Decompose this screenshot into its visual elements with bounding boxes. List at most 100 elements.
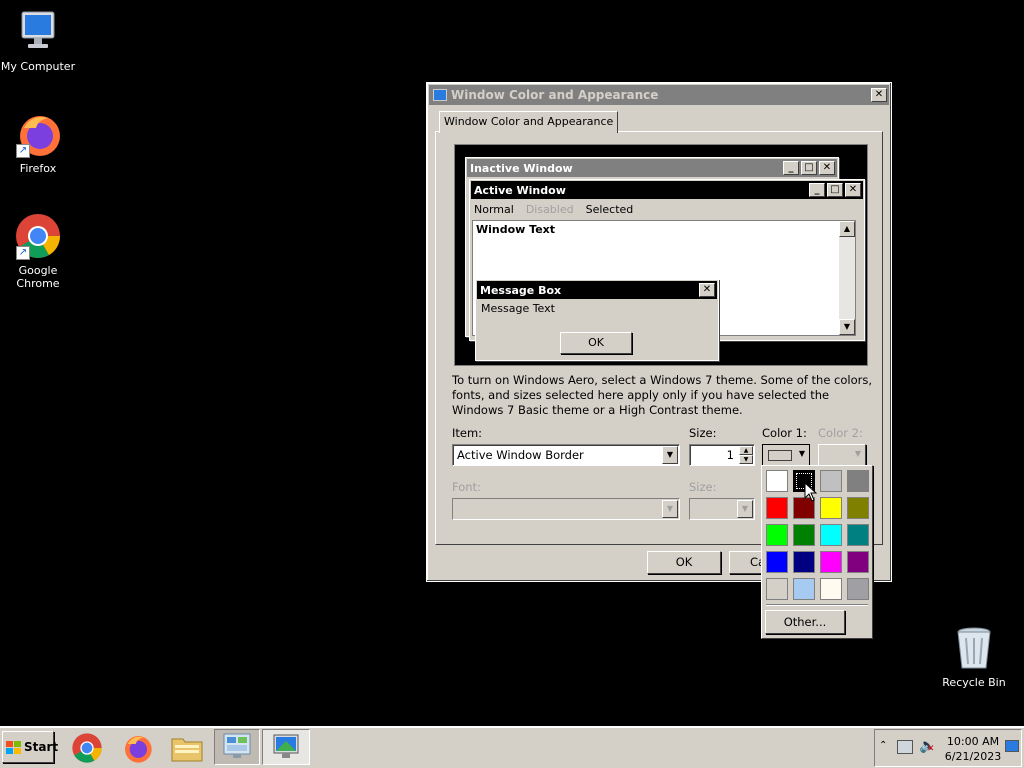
clock-date: 6/21/2023 [944, 750, 1002, 763]
start-label: Start [24, 740, 59, 754]
minimize-icon: _ [809, 183, 825, 197]
minimize-icon: _ [783, 161, 799, 175]
close-icon: ✕ [845, 183, 861, 197]
popup-divider [766, 604, 868, 606]
font-dropdown: ▼ [452, 498, 680, 520]
close-icon: ✕ [699, 283, 715, 297]
chevron-down-icon: ▼ [662, 500, 678, 518]
desktop-icon-label: Google Chrome [16, 264, 60, 290]
taskbar-display-settings-button[interactable] [262, 729, 310, 765]
display-monitor-icon [273, 734, 299, 758]
control-panel-icon [223, 733, 251, 758]
item-dropdown[interactable]: Active Window Border ▼ [452, 444, 680, 466]
start-button[interactable]: Start [2, 731, 58, 763]
color1-button[interactable]: ▼ [762, 444, 810, 466]
color2-label: Color 2: [818, 426, 863, 440]
size-value: 1 [726, 448, 734, 462]
dialog-titlebar[interactable]: Window Color and Appearance ✕ [429, 85, 889, 105]
other-color-button[interactable]: Other... [765, 610, 845, 634]
color-swatch[interactable] [793, 551, 815, 573]
desktop-icon-recycle-bin[interactable]: Recycle Bin [934, 624, 1014, 689]
color-swatch[interactable] [766, 470, 788, 492]
taskbar-explorer-button[interactable] [166, 731, 208, 765]
active-window-titlebar: Active Window _ □ ✕ [471, 181, 863, 199]
tray-expand-icon[interactable]: ⌃ [879, 740, 887, 751]
chevron-down-icon: ▼ [737, 500, 753, 518]
tab-window-color-appearance[interactable]: Window Color and Appearance [439, 111, 619, 133]
folder-icon [171, 738, 203, 762]
desktop-icon-label: Firefox [19, 162, 57, 175]
maximize-icon: □ [801, 161, 817, 175]
close-button[interactable]: ✕ [871, 88, 887, 102]
color-swatch[interactable] [820, 551, 842, 573]
chevron-down-icon: ▼ [854, 449, 861, 458]
message-box-titlebar: Message Box ✕ [477, 281, 717, 299]
maximize-icon: □ [827, 183, 843, 197]
color-swatch[interactable] [820, 524, 842, 546]
size-stepper[interactable]: 1 ▲ ▼ [689, 444, 755, 466]
color-swatch[interactable] [793, 524, 815, 546]
font-size-dropdown: ▼ [689, 498, 755, 520]
color2-button: ▼ [818, 444, 866, 466]
firefox-icon [125, 736, 152, 763]
preview-scrollbar: ▲ ▼ [839, 221, 855, 335]
font-label: Font: [452, 480, 481, 494]
menu-selected: Selected [585, 202, 634, 216]
message-box-text: Message Text [481, 302, 555, 315]
system-tray: ⌃ 🔈 ✕ 10:00 AM 6/21/2023 [874, 729, 1022, 767]
color-swatch[interactable] [847, 470, 869, 492]
message-box-title: Message Box [480, 283, 562, 297]
shortcut-arrow-icon: ↗ [16, 246, 30, 260]
clock[interactable]: 10:00 AM 6/21/2023 [943, 734, 1003, 764]
color-swatch[interactable] [820, 497, 842, 519]
color-swatch[interactable] [793, 578, 815, 600]
taskbar-control-panel-button[interactable] [214, 729, 260, 765]
stepper-up-icon[interactable]: ▲ [739, 446, 753, 455]
preview-menubar: Normal Disabled Selected [470, 200, 864, 218]
desktop-icon-label: My Computer [0, 60, 76, 73]
color-swatch[interactable] [766, 524, 788, 546]
color-swatch[interactable] [766, 551, 788, 573]
menu-normal: Normal [474, 202, 514, 216]
shortcut-arrow-icon: ↗ [16, 144, 30, 158]
dialog-title: Window Color and Appearance [451, 88, 659, 102]
desktop-icon-firefox[interactable]: ↗ Firefox [0, 110, 78, 175]
clock-time: 10:00 AM [946, 735, 1000, 748]
color-swatch[interactable] [766, 578, 788, 600]
color-swatch[interactable] [847, 551, 869, 573]
desktop-icon-my-computer[interactable]: My Computer [0, 8, 78, 73]
desktop-icon-label: Recycle Bin [942, 676, 1006, 689]
taskbar: Start ⌃ 🔈 ✕ 10:00 AM 6/21/2023 [0, 726, 1024, 768]
inactive-window-titlebar: Inactive Window _ □ ✕ [467, 159, 837, 177]
desktop-icon-google-chrome[interactable]: ↗ Google Chrome [0, 212, 78, 290]
dialog-app-icon [433, 89, 447, 101]
taskbar-firefox-button[interactable] [116, 731, 158, 765]
show-desktop-icon[interactable] [1005, 740, 1019, 752]
scroll-down-icon: ▼ [839, 319, 855, 335]
ok-button[interactable]: OK [647, 551, 721, 574]
color-swatch[interactable] [820, 578, 842, 600]
aero-info-text: To turn on Windows Aero, select a Window… [452, 373, 873, 417]
color-swatch[interactable] [847, 497, 869, 519]
taskbar-chrome-button[interactable] [66, 731, 108, 765]
item-dropdown-value: Active Window Border [457, 448, 584, 462]
chrome-icon: ↗ [14, 212, 62, 260]
preview-window-text: Window Text [476, 223, 556, 236]
scroll-up-icon: ▲ [839, 221, 855, 237]
firefox-icon: ↗ [14, 110, 62, 158]
color-swatch[interactable] [766, 497, 788, 519]
stepper-down-icon[interactable]: ▼ [739, 455, 753, 464]
mouse-cursor-icon [804, 481, 818, 505]
chrome-icon [72, 733, 102, 763]
color-swatch[interactable] [820, 470, 842, 492]
chevron-down-icon[interactable]: ▼ [662, 446, 678, 464]
computer-icon [14, 8, 62, 56]
volume-muted-icon[interactable]: 🔈 ✕ [919, 738, 936, 754]
network-icon[interactable] [897, 740, 913, 754]
color-swatch[interactable] [847, 578, 869, 600]
inactive-window-title: Inactive Window [470, 161, 573, 175]
close-icon: ✕ [819, 161, 835, 175]
size-label: Size: [689, 426, 717, 440]
color-swatch[interactable] [847, 524, 869, 546]
chevron-down-icon: ▼ [798, 449, 805, 458]
